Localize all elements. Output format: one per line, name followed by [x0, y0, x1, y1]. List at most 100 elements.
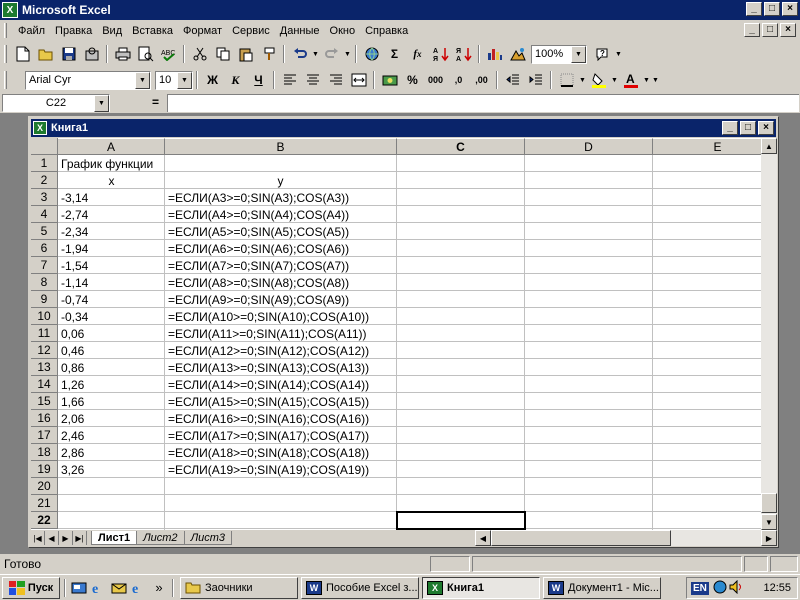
scroll-left-icon[interactable]: ◀	[475, 530, 491, 546]
cell-b5[interactable]: =ЕСЛИ(A5>=0;SIN(A5);COS(A5))	[166, 223, 349, 240]
task-button-document1[interactable]: W Документ1 - Mic...	[543, 576, 661, 599]
cell-a14[interactable]: 1,26	[59, 376, 84, 393]
formula-input[interactable]	[167, 94, 799, 112]
row-header[interactable]: 22	[31, 512, 58, 529]
row-header[interactable]: 4	[31, 206, 58, 223]
cell-a17[interactable]: 2,46	[59, 427, 84, 444]
row-header[interactable]: 12	[31, 342, 58, 359]
tray-volume-icon[interactable]	[729, 579, 745, 597]
workbook-title-bar[interactable]: X Книга1 _ □ ×	[31, 119, 776, 137]
spreadsheet-grid[interactable]: A B C D E 1 2 3 4 5 6 7 8 9 10 11 12 13 …	[31, 138, 761, 530]
cell-b6[interactable]: =ЕСЛИ(A6>=0;SIN(A6);COS(A6))	[166, 240, 349, 257]
menu-help[interactable]: Справка	[360, 25, 413, 37]
cell-a11[interactable]: 0,06	[59, 325, 84, 342]
paste-icon[interactable]	[234, 43, 257, 65]
task-button-kniga1[interactable]: X Книга1	[422, 576, 540, 599]
toolbar-grip[interactable]	[4, 45, 7, 63]
increase-decimal-button[interactable]: ,0	[447, 69, 470, 91]
row-header[interactable]: 13	[31, 359, 58, 376]
permission-icon[interactable]	[80, 43, 103, 65]
chart-wizard-icon[interactable]	[483, 43, 506, 65]
first-sheet-icon[interactable]: |◀	[31, 531, 45, 545]
outlook-express-icon[interactable]	[109, 577, 129, 599]
cell-a10[interactable]: -0,34	[59, 308, 88, 325]
cell-b17[interactable]: =ЕСЛИ(A17>=0;SIN(A17);COS(A17))	[166, 427, 369, 444]
row-header[interactable]: 17	[31, 427, 58, 444]
row-header[interactable]: 6	[31, 240, 58, 257]
redo-dropdown-icon[interactable]: ▼	[343, 43, 352, 65]
cell-a2[interactable]: x	[59, 172, 164, 189]
column-header-e[interactable]: E	[653, 138, 761, 155]
format-painter-icon[interactable]	[257, 43, 280, 65]
toolbar-options-icon[interactable]: ▼	[651, 69, 660, 91]
wb-close-button[interactable]: ×	[758, 121, 774, 135]
sheet-tab-3[interactable]: Лист3	[183, 531, 233, 545]
increase-indent-icon[interactable]	[524, 69, 547, 91]
copy-icon[interactable]	[211, 43, 234, 65]
drawing-icon[interactable]	[506, 43, 529, 65]
cell-a18[interactable]: 2,86	[59, 444, 84, 461]
menu-data[interactable]: Данные	[275, 25, 325, 37]
menubar-grip[interactable]	[4, 23, 7, 38]
cell-b18[interactable]: =ЕСЛИ(A18>=0;SIN(A18);COS(A18))	[166, 444, 369, 461]
row-header[interactable]: 14	[31, 376, 58, 393]
vertical-scroll-thumb[interactable]	[761, 493, 777, 513]
row-header[interactable]: 11	[31, 325, 58, 342]
font-name-select[interactable]: Arial Cyr ▼	[25, 70, 151, 90]
row-header[interactable]: 19	[31, 461, 58, 478]
help-assistant-icon[interactable]: ?	[591, 43, 614, 65]
row-header[interactable]: 16	[31, 410, 58, 427]
borders-dropdown-icon[interactable]: ▼	[578, 69, 587, 91]
cell-b10[interactable]: =ЕСЛИ(A10>=0;SIN(A10);COS(A10))	[166, 308, 369, 325]
workbook-close-button[interactable]: ×	[780, 23, 796, 37]
tray-app-icon[interactable]	[713, 580, 727, 597]
cell-b9[interactable]: =ЕСЛИ(A9>=0;SIN(A9);COS(A9))	[166, 291, 349, 308]
row-header[interactable]: 7	[31, 257, 58, 274]
font-name-dropdown-icon[interactable]: ▼	[135, 71, 150, 89]
cell-a1[interactable]: График функции	[59, 155, 153, 172]
internet-explorer-icon[interactable]: e	[89, 577, 109, 599]
name-box[interactable]: C22 ▼	[2, 94, 110, 112]
formula-equals-label[interactable]: =	[152, 95, 159, 109]
fill-color-icon[interactable]	[587, 69, 610, 91]
row-header[interactable]: 3	[31, 189, 58, 206]
select-all-corner[interactable]	[31, 138, 58, 155]
wb-maximize-button[interactable]: □	[740, 121, 756, 135]
scroll-up-icon[interactable]: ▲	[761, 138, 777, 154]
spelling-icon[interactable]: ABC	[157, 43, 180, 65]
column-header-d[interactable]: D	[525, 138, 653, 155]
sort-ascending-icon[interactable]: АЯ	[429, 43, 452, 65]
horizontal-scrollbar[interactable]: ◀ ▶	[475, 530, 777, 546]
cell-b15[interactable]: =ЕСЛИ(A15>=0;SIN(A15);COS(A15))	[166, 393, 369, 410]
cell-a9[interactable]: -0,74	[59, 291, 88, 308]
menu-file[interactable]: Файл	[13, 25, 50, 37]
name-box-dropdown-icon[interactable]: ▼	[94, 95, 109, 112]
cell-a3[interactable]: -3,14	[59, 189, 88, 206]
save-icon[interactable]	[57, 43, 80, 65]
zoom-select[interactable]: 100% ▼	[531, 44, 587, 64]
cell-b14[interactable]: =ЕСЛИ(A14>=0;SIN(A14);COS(A14))	[166, 376, 369, 393]
column-header-a[interactable]: A	[58, 138, 165, 155]
cell-a4[interactable]: -2,74	[59, 206, 88, 223]
print-preview-icon[interactable]	[134, 43, 157, 65]
row-header[interactable]: 5	[31, 223, 58, 240]
percent-button[interactable]: %	[401, 69, 424, 91]
cell-a5[interactable]: -2,34	[59, 223, 88, 240]
cell-b7[interactable]: =ЕСЛИ(A7>=0;SIN(A7);COS(A7))	[166, 257, 349, 274]
merge-center-icon[interactable]	[347, 69, 370, 91]
workbook-icon[interactable]: X	[33, 121, 47, 135]
quicklaunch-more-icon[interactable]: »	[149, 577, 169, 599]
row-header[interactable]: 2	[31, 172, 58, 189]
close-button[interactable]: ×	[782, 2, 798, 16]
row-header[interactable]: 21	[31, 495, 58, 512]
wb-minimize-button[interactable]: _	[722, 121, 738, 135]
align-right-icon[interactable]	[324, 69, 347, 91]
align-left-icon[interactable]	[278, 69, 301, 91]
bold-button[interactable]: Ж	[201, 69, 224, 91]
column-header-c[interactable]: C	[397, 138, 525, 155]
cell-a8[interactable]: -1,14	[59, 274, 88, 291]
cell-a16[interactable]: 2,06	[59, 410, 84, 427]
workbook-minimize-button[interactable]: _	[744, 23, 760, 37]
next-sheet-icon[interactable]: ▶	[59, 531, 73, 545]
cell-a6[interactable]: -1,94	[59, 240, 88, 257]
